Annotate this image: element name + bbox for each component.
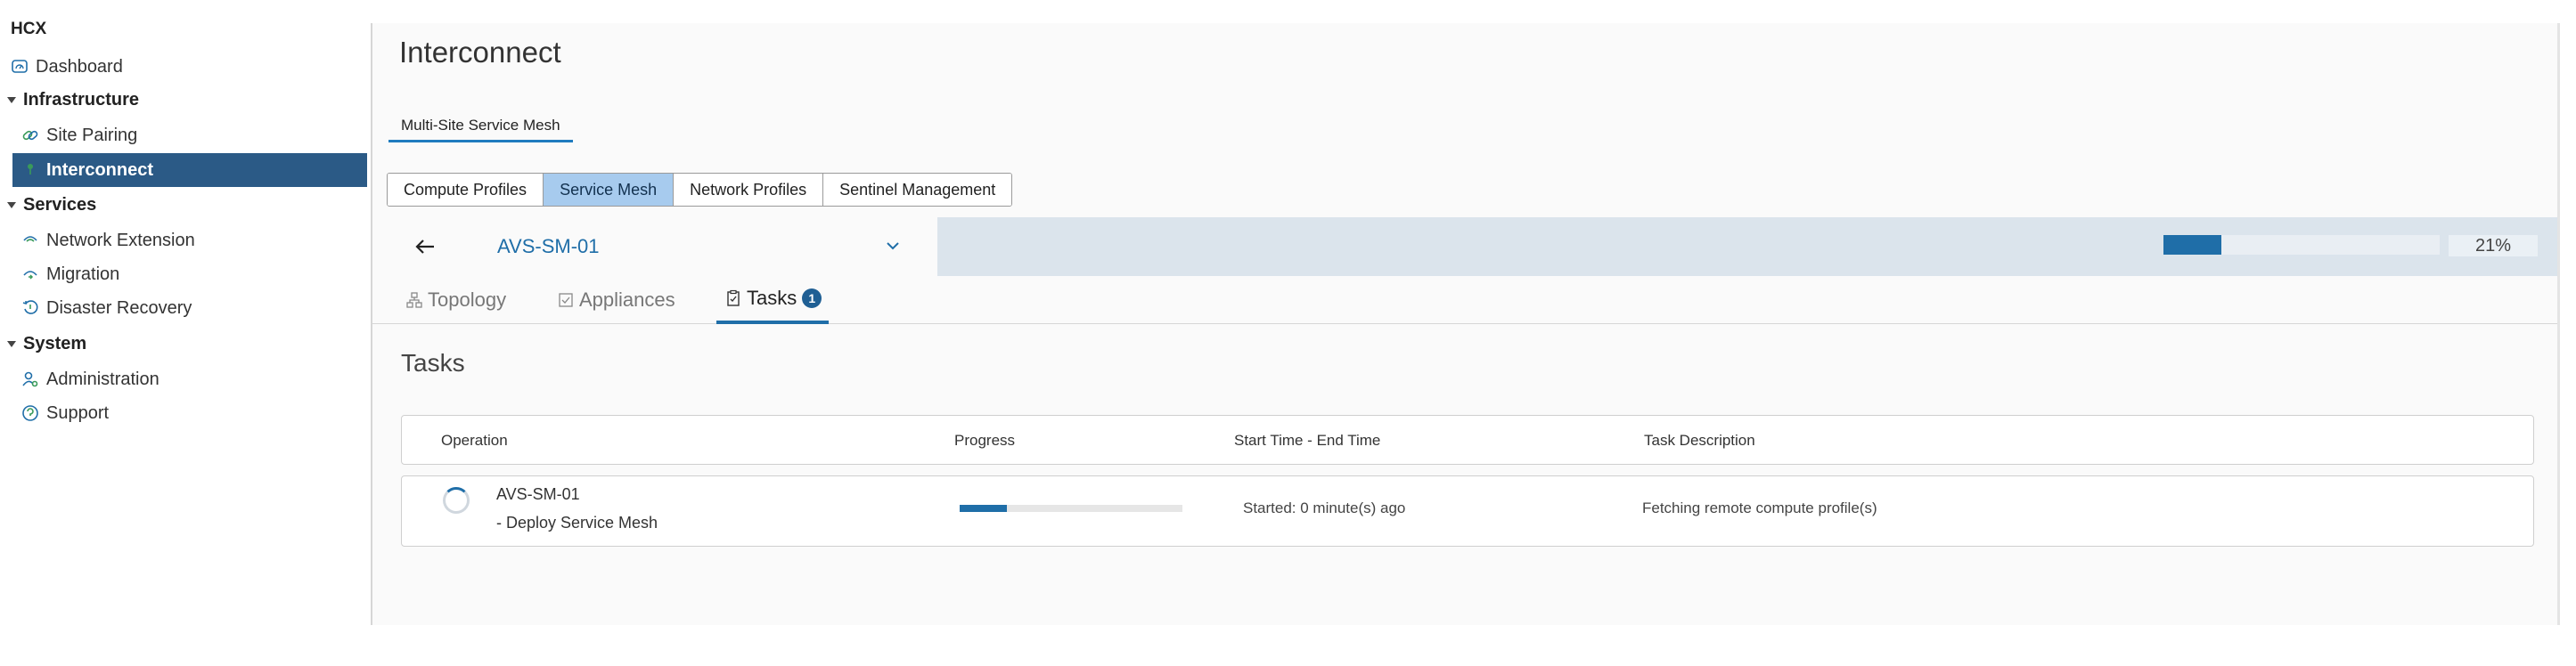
tasks-count-badge: 1 bbox=[802, 288, 822, 308]
link-icon bbox=[20, 125, 41, 146]
service-mesh-header: AVS-SM-01 21% bbox=[372, 217, 2557, 276]
sidebar-group-system[interactable]: System bbox=[0, 328, 367, 360]
column-header-time: Start Time - End Time bbox=[1234, 432, 1381, 449]
appliance-icon bbox=[556, 290, 576, 310]
tab-label: Appliances bbox=[579, 288, 675, 311]
task-description: Fetching remote compute profile(s) bbox=[1642, 500, 1877, 516]
caret-down-icon bbox=[7, 340, 16, 347]
column-header-description: Task Description bbox=[1644, 432, 1755, 449]
sidebar-item-dashboard[interactable]: Dashboard bbox=[0, 50, 367, 84]
sidebar-item-support[interactable]: Support bbox=[0, 396, 367, 430]
recovery-icon bbox=[20, 297, 41, 319]
sidebar-item-label: Dashboard bbox=[36, 56, 123, 77]
task-progress-bar bbox=[960, 505, 1182, 512]
sidebar-item-administration[interactable]: Administration bbox=[0, 362, 367, 396]
user-settings-icon bbox=[20, 369, 41, 390]
sidebar-item-interconnect[interactable]: Interconnect bbox=[12, 153, 367, 187]
tasks-table: Operation Progress Start Time - End Time… bbox=[401, 415, 2534, 547]
spinner-icon bbox=[443, 487, 470, 514]
tab-appliances[interactable]: Appliances bbox=[556, 276, 675, 324]
sidebar-group-label: Infrastructure bbox=[23, 89, 140, 110]
tab-label: Tasks bbox=[747, 287, 797, 309]
segment-sentinel-management[interactable]: Sentinel Management bbox=[823, 174, 1012, 206]
chevron-down-icon[interactable] bbox=[882, 235, 904, 256]
sidebar-item-network-extension[interactable]: Network Extension bbox=[0, 223, 367, 257]
sidebar-item-label: Administration bbox=[46, 369, 159, 389]
service-mesh-progress-fill bbox=[2163, 235, 2222, 255]
caret-down-icon bbox=[7, 201, 16, 208]
sidebar-item-label: Support bbox=[46, 402, 110, 423]
sidebar-item-site-pairing[interactable]: Site Pairing bbox=[0, 118, 367, 152]
page-title: Interconnect bbox=[399, 36, 561, 69]
clipboard-icon bbox=[724, 288, 743, 308]
table-row[interactable]: AVS-SM-01 - Deploy Service Mesh Started:… bbox=[401, 475, 2534, 547]
segment-service-mesh[interactable]: Service Mesh bbox=[544, 174, 675, 206]
network-icon bbox=[20, 230, 41, 251]
segmented-control: Compute Profiles Service Mesh Network Pr… bbox=[387, 173, 1013, 207]
operation-name: AVS-SM-01 bbox=[496, 485, 580, 503]
sidebar-group-label: Services bbox=[23, 194, 97, 215]
column-header-progress: Progress bbox=[954, 432, 1016, 449]
sidebar-item-disaster-recovery[interactable]: Disaster Recovery bbox=[0, 291, 367, 325]
sidebar-item-label: Migration bbox=[46, 264, 120, 284]
service-mesh-selector: AVS-SM-01 bbox=[372, 217, 937, 276]
app-title: HCX bbox=[11, 20, 47, 38]
back-arrow-icon[interactable] bbox=[410, 231, 440, 262]
support-icon bbox=[20, 402, 41, 424]
caret-down-icon bbox=[7, 96, 16, 103]
tab-multi-site-service-mesh[interactable]: Multi-Site Service Mesh bbox=[388, 110, 573, 142]
sidebar-item-label: Network Extension bbox=[46, 230, 195, 250]
pin-icon bbox=[20, 159, 41, 181]
scrollbar[interactable] bbox=[2557, 23, 2560, 625]
operation-description: - Deploy Service Mesh bbox=[496, 514, 658, 532]
sidebar-group-infrastructure[interactable]: Infrastructure bbox=[0, 84, 367, 116]
sidebar-item-label: Interconnect bbox=[46, 159, 154, 180]
service-mesh-name: AVS-SM-01 bbox=[497, 235, 600, 257]
service-mesh-progress-bar bbox=[2163, 235, 2440, 255]
sidebar-group-label: System bbox=[23, 333, 87, 353]
task-time: Started: 0 minute(s) ago bbox=[1243, 500, 1406, 516]
sidebar-group-services[interactable]: Services bbox=[0, 189, 367, 221]
sidebar-item-migration[interactable]: Migration bbox=[0, 257, 367, 291]
dashboard-icon bbox=[9, 56, 30, 77]
sidebar-item-label: Site Pairing bbox=[46, 125, 138, 145]
sidebar-item-label: Disaster Recovery bbox=[46, 297, 192, 318]
tab-topology[interactable]: Topology bbox=[405, 276, 506, 324]
main-content: Interconnect Multi-Site Service Mesh Com… bbox=[372, 23, 2557, 625]
segment-compute-profiles[interactable]: Compute Profiles bbox=[388, 174, 544, 206]
tab-tasks[interactable]: Tasks 1 bbox=[716, 276, 830, 324]
tasks-section-title: Tasks bbox=[401, 349, 465, 377]
column-header-operation: Operation bbox=[441, 432, 508, 449]
service-mesh-progress-label: 21% bbox=[2449, 235, 2538, 256]
task-progress-fill bbox=[960, 505, 1007, 512]
segment-network-profiles[interactable]: Network Profiles bbox=[674, 174, 824, 206]
sub-tabs: Topology Appliances Tasks 1 bbox=[372, 276, 2557, 324]
topology-icon bbox=[405, 290, 424, 310]
tab-label: Topology bbox=[428, 288, 507, 311]
migration-icon bbox=[20, 264, 41, 285]
table-header: Operation Progress Start Time - End Time… bbox=[401, 415, 2534, 465]
sidebar: HCX Dashboard Infrastructure Site Pairin… bbox=[0, 0, 371, 666]
